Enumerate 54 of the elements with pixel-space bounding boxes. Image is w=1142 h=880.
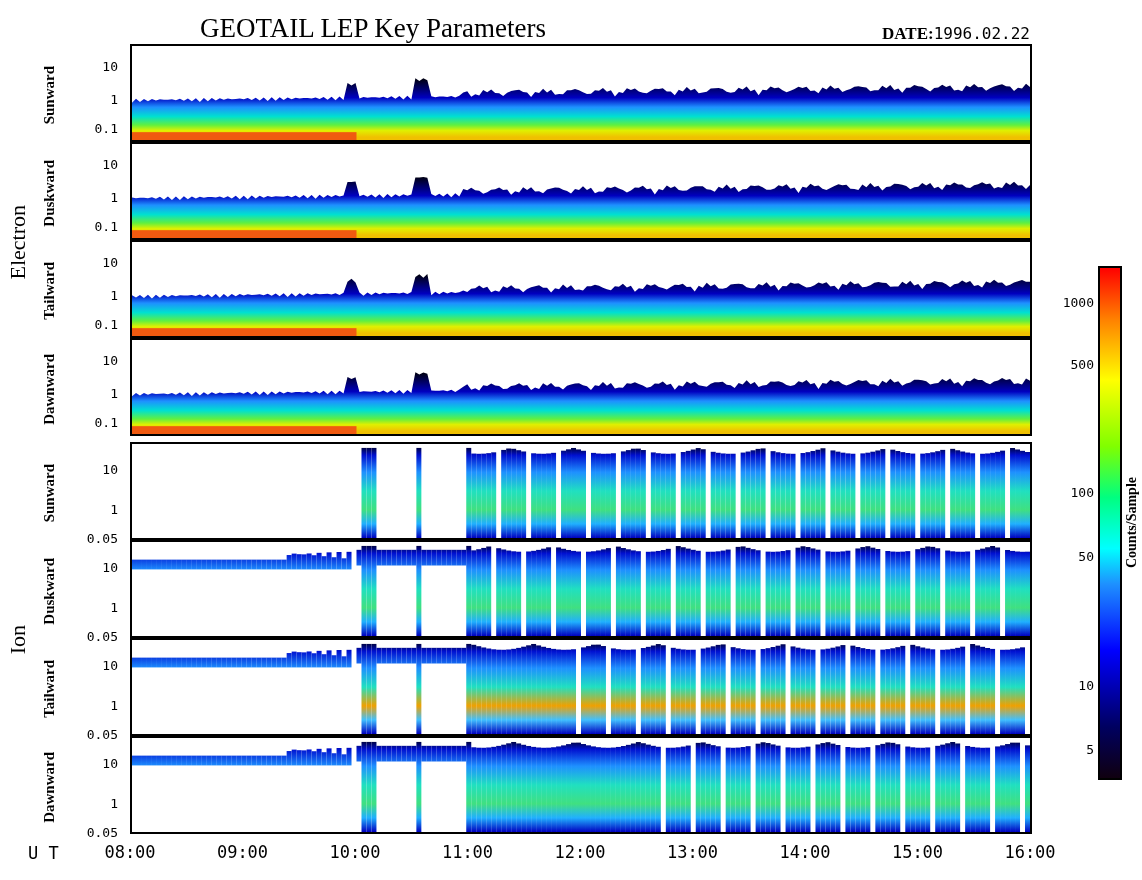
y-tick-label: 1 xyxy=(110,600,118,614)
y-tick-label: 10 xyxy=(102,59,118,73)
x-tick-label: 13:00 xyxy=(666,844,719,861)
y-tick-label: 1 xyxy=(110,502,118,516)
y-tick-label: 1 xyxy=(110,698,118,712)
y-tick-label: 0.1 xyxy=(94,121,118,135)
y-tick-label: 0.05 xyxy=(86,629,118,643)
colorbar-tick-label: 1000 xyxy=(1062,295,1094,309)
direction-label: Sunward xyxy=(41,463,57,523)
direction-label: Duskward xyxy=(41,159,57,227)
colorbar-tick-label: 100 xyxy=(1070,485,1094,499)
y-tick-label: 0.1 xyxy=(94,219,118,233)
y-tick-label: 0.1 xyxy=(94,415,118,429)
species-label: Ion xyxy=(7,625,29,655)
colorbar-title: Counts/Sample xyxy=(1125,477,1139,569)
x-tick-label: 14:00 xyxy=(779,844,831,861)
colorbar-tick-label: 500 xyxy=(1070,357,1094,371)
y-tick-label: 10 xyxy=(102,255,118,269)
direction-label: Tailward xyxy=(41,262,57,320)
x-tick-label: 09:00 xyxy=(216,844,269,861)
x-tick-label: 15:00 xyxy=(891,844,944,861)
y-tick-label: 1 xyxy=(110,288,118,302)
y-tick-label: 1 xyxy=(110,796,118,810)
x-tick-label: 16:00 xyxy=(1004,844,1056,861)
y-tick-label: 10 xyxy=(102,353,118,367)
y-tick-label: 1 xyxy=(110,386,118,400)
x-axis-label: U T xyxy=(27,842,60,866)
direction-label: Duskward xyxy=(41,557,57,625)
x-tick-label: 12:00 xyxy=(554,844,606,861)
y-tick-label: 0.05 xyxy=(86,727,118,741)
direction-label: Tailward xyxy=(41,660,57,718)
species-label: Electron xyxy=(7,204,29,280)
date-value: 1996.02.22 xyxy=(933,26,1030,42)
x-tick-label: 11:00 xyxy=(441,844,494,861)
chart-title: GEOTAIL LEP Key Parameters xyxy=(200,15,546,42)
y-tick-label: 0.05 xyxy=(86,531,118,545)
y-tick-label: 10 xyxy=(102,560,118,574)
y-tick-label: 1 xyxy=(110,92,118,106)
y-tick-label: 10 xyxy=(102,462,118,476)
x-tick-label: 08:00 xyxy=(104,844,156,861)
x-tick-label: 10:00 xyxy=(329,844,381,861)
y-tick-label: 10 xyxy=(102,658,118,672)
direction-label: Dawnward xyxy=(41,353,57,425)
y-tick-label: 10 xyxy=(102,756,118,770)
y-tick-label: 0.1 xyxy=(94,317,118,331)
y-tick-label: 1 xyxy=(110,190,118,204)
direction-label: Dawnward xyxy=(41,751,57,823)
colorbar-tick-label: 5 xyxy=(1086,742,1094,756)
y-tick-label: 10 xyxy=(102,157,118,171)
y-tick-label: 0.05 xyxy=(86,825,118,839)
direction-label: Sunward xyxy=(41,65,57,125)
colorbar-tick-label: 50 xyxy=(1078,549,1094,563)
colorbar-tick-label: 10 xyxy=(1078,678,1094,692)
date-label: DATE: xyxy=(882,25,934,42)
